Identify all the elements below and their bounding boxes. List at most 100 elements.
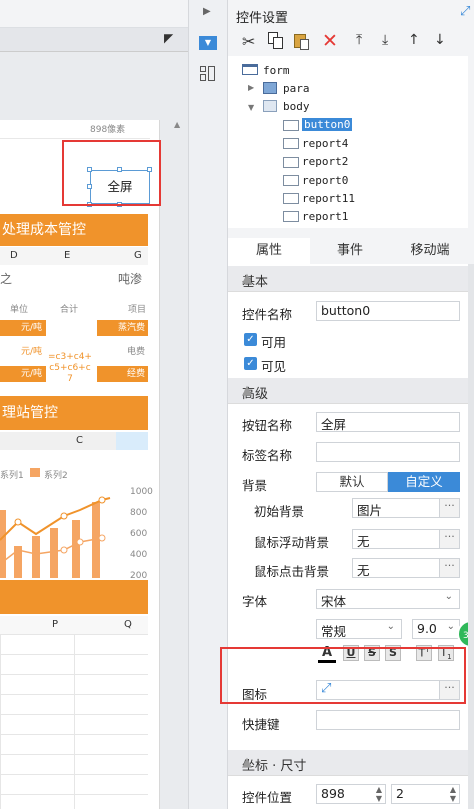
enabled-checkbox[interactable]: ✓ <box>244 333 257 346</box>
section-banner: 处理成本管控 <box>0 214 148 246</box>
click-bg-field[interactable]: 无 ··· <box>352 558 460 578</box>
position-y-value: 2 <box>396 786 404 801</box>
font-size-select[interactable]: 9.0 ⌄ <box>412 619 460 639</box>
tab-properties[interactable]: 属性 <box>228 238 310 264</box>
visible-checkbox[interactable]: ✓ <box>244 357 257 370</box>
init-bg-value: 图片 <box>357 503 383 518</box>
item-cell: 电费 <box>126 347 145 357</box>
tree-node-report1[interactable]: report1 <box>302 210 348 223</box>
widget-settings-icon[interactable]: ▼ <box>199 36 217 50</box>
section-basic[interactable]: 基本 ▲ <box>228 266 468 292</box>
canvas-menu-icon[interactable]: ◤ <box>164 31 173 45</box>
properties-scrollbar[interactable] <box>468 264 474 809</box>
ctrl-name-input[interactable]: button0 <box>316 301 460 321</box>
shortcut-label: 快捷键 <box>242 717 280 732</box>
bg-default-toggle[interactable]: 默认 <box>316 472 388 492</box>
hover-bg-field[interactable]: 无 ··· <box>352 529 460 549</box>
report-icon <box>283 193 299 204</box>
row-label: 之 <box>0 272 13 286</box>
delete-icon[interactable]: ✕ <box>322 30 338 52</box>
y-tick: 800 <box>130 508 148 518</box>
tree-node-body[interactable]: body <box>283 100 310 113</box>
move-down-icon[interactable]: ↓ <box>434 32 446 48</box>
button-icon <box>283 120 299 131</box>
bg-custom-toggle[interactable]: 自定义 <box>388 472 460 492</box>
collapse-arrow-icon[interactable]: ▼ <box>248 103 254 112</box>
expand-arrow-icon[interactable]: ▶ <box>248 83 254 92</box>
tree-node-report2[interactable]: report2 <box>302 155 348 168</box>
section-position-size[interactable]: 坐标 · 尺寸 ▲ <box>228 750 468 776</box>
row-label: 吨渗 <box>118 272 143 286</box>
para-icon <box>263 82 277 94</box>
cut-icon[interactable]: ✂ <box>242 32 255 51</box>
stepper-icon[interactable]: ▲ ▼ <box>450 785 456 803</box>
pixel-ruler-label: 898像素 <box>90 125 126 135</box>
paste-icon[interactable] <box>294 32 310 50</box>
tree-node-button0[interactable]: button0 <box>302 118 353 131</box>
click-bg-label: 鼠标点击背景 <box>254 564 330 579</box>
layout-grid-icon[interactable] <box>200 66 216 82</box>
move-bottom-icon[interactable]: ⤓ <box>382 32 388 48</box>
report-canvas: ◤ 898像素 全屏 处理成本管控 D E G 之 吨渗 单位 合计 项目 元/… <box>0 0 188 809</box>
legend-swatch <box>30 468 40 477</box>
body-icon <box>263 100 277 112</box>
hover-bg-label: 鼠标浮动背景 <box>254 535 330 550</box>
font-label: 字体 <box>242 594 268 609</box>
canvas-tab-bar: ◤ <box>0 28 188 52</box>
item-cell: 经费 <box>97 366 148 382</box>
chevron-down-icon: ⌄ <box>386 621 395 632</box>
section-banner: 理站管控 <box>0 396 148 430</box>
tree-node-report4[interactable]: report4 <box>302 137 348 150</box>
unit-cell: 元/吨 <box>20 347 42 357</box>
tag-name-input[interactable] <box>316 442 460 462</box>
more-icon[interactable]: ··· <box>439 530 459 548</box>
btn-name-label: 按钮名称 <box>242 418 293 433</box>
combo-chart <box>0 480 130 580</box>
unit-cell: 元/吨 <box>0 320 46 336</box>
canvas-scrollbar[interactable]: ▲ <box>170 116 186 809</box>
panel-title: 控件设置 <box>236 11 289 26</box>
report-icon <box>283 211 299 222</box>
column-header: Q <box>124 619 132 630</box>
collapse-arrow-icon[interactable]: ▶ <box>203 6 211 17</box>
widget-tree: form ▶ para ▼ body button0 report4 repor… <box>228 56 468 228</box>
tree-node-para[interactable]: para <box>283 82 310 95</box>
font-value: 宋体 <box>321 594 347 609</box>
ctrl-name-label: 控件名称 <box>242 307 293 322</box>
position-y-input[interactable]: 2 ▲ ▼ <box>391 784 460 804</box>
position-label: 控件位置 <box>242 790 293 805</box>
init-bg-label: 初始背景 <box>254 504 305 519</box>
column-header: G <box>134 250 142 261</box>
column-header: P <box>52 619 59 630</box>
y-tick: 400 <box>130 550 148 560</box>
shortcut-input[interactable] <box>316 710 460 730</box>
more-icon[interactable]: ··· <box>439 559 459 577</box>
tab-events[interactable]: 事件 <box>310 238 390 264</box>
expand-icon[interactable]: ⤢ <box>460 4 470 19</box>
section-advanced[interactable]: 高级 ▲ <box>228 378 468 404</box>
font-select[interactable]: 宋体 ⌄ <box>316 589 460 609</box>
sub-header: 合计 <box>60 305 79 315</box>
move-top-icon[interactable]: ⤒ <box>356 32 362 48</box>
column-header: C <box>76 435 83 446</box>
report-page: 898像素 全屏 处理成本管控 D E G 之 吨渗 单位 合计 项目 元/吨 … <box>0 120 160 809</box>
tree-node-form[interactable]: form <box>263 64 290 77</box>
copy-icon[interactable] <box>268 32 284 50</box>
highlight-box <box>220 647 466 704</box>
tree-node-report0[interactable]: report0 <box>302 174 348 187</box>
hover-bg-value: 无 <box>357 534 370 549</box>
init-bg-field[interactable]: 图片 ··· <box>352 498 460 518</box>
move-up-icon[interactable]: ↑ <box>408 32 420 48</box>
click-bg-value: 无 <box>357 563 370 578</box>
tree-node-report11[interactable]: report11 <box>302 192 355 205</box>
font-style-select[interactable]: 常规 ⌄ <box>316 619 402 639</box>
tab-mobile[interactable]: 移动端 <box>390 238 470 264</box>
more-icon[interactable]: ··· <box>439 499 459 517</box>
tag-name-label: 标签名称 <box>242 448 293 463</box>
bg-label: 背景 <box>242 478 268 493</box>
position-x-input[interactable]: 898 ▲ ▼ <box>316 784 386 804</box>
btn-name-input[interactable]: 全屏 <box>316 412 460 432</box>
grid-area <box>0 634 148 809</box>
stepper-icon[interactable]: ▲ ▼ <box>376 785 382 803</box>
unit-cell: 元/吨 <box>0 366 46 382</box>
